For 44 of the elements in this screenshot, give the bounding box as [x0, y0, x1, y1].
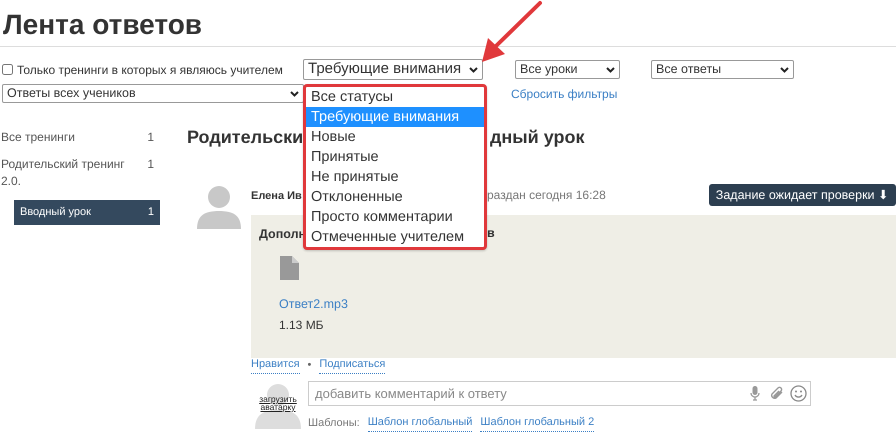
avatar-icon	[255, 381, 301, 429]
caret-icon	[469, 66, 478, 72]
template-link[interactable]: Шаблон глобальный 2	[480, 414, 594, 432]
templates-label: Шаблоны:	[308, 416, 360, 430]
sidebar-item[interactable]: Родительский тренинг 2.0. 1	[0, 156, 160, 190]
file-size: 1.13 МБ	[279, 316, 324, 334]
page-title: Лента ответов	[2, 8, 204, 42]
select-field[interactable]: Требующие внимания	[303, 59, 483, 80]
dropdown-option[interactable]: Принятые	[306, 147, 484, 167]
reset-filters-link[interactable]: Сбросить фильтры	[511, 84, 618, 102]
submitted-time: раздан сегодня 16:28	[487, 187, 606, 204]
dropdown-option[interactable]: Не принятые	[306, 167, 484, 187]
card-title: в	[487, 225, 495, 242]
dropdown-option[interactable]: Отклоненные	[306, 187, 484, 207]
heading-text: дный урок	[490, 126, 585, 149]
heading-text: Родительски	[187, 127, 304, 147]
dropdown-option[interactable]: Отмеченные учителем	[306, 227, 484, 247]
dropdown-option[interactable]: Новые	[306, 127, 484, 147]
select-field[interactable]: Все уроки	[515, 60, 620, 79]
smiley-icon[interactable]	[790, 385, 807, 402]
checkbox[interactable]	[2, 64, 13, 75]
dropdown-option[interactable]: Просто комментарии	[306, 207, 484, 227]
upload-avatar-link[interactable]: загрузить аватарку	[255, 395, 301, 411]
file-icon	[280, 256, 299, 280]
status-button[interactable]: Задание ожидает проверки ⬇	[708, 184, 896, 206]
action-link[interactable]: Подписаться	[319, 356, 386, 374]
file-link[interactable]: Ответ2.mp3	[279, 294, 348, 314]
separator-dot: •	[308, 358, 312, 373]
avatar-icon	[197, 183, 241, 229]
caret-icon	[780, 66, 789, 72]
sidebar-item[interactable]: Вводный урок 1	[14, 200, 160, 225]
caret-icon	[606, 66, 615, 72]
action-link[interactable]: Нравится	[251, 356, 300, 374]
dropdown-option[interactable]: Все статусы	[306, 87, 484, 107]
sidebar-item[interactable]: Все тренинги 1	[0, 129, 160, 146]
comment-field[interactable]: добавить комментарий к ответу	[308, 381, 811, 406]
select-field[interactable]: Ответы всех учеников	[2, 84, 304, 103]
caret-icon	[290, 90, 299, 96]
select-field[interactable]: Все ответы	[651, 60, 794, 79]
checkbox-label: Только тренинги в которых я являюсь учителем	[17, 62, 283, 78]
paperclip-icon[interactable]	[769, 386, 784, 401]
microphone-icon[interactable]	[750, 386, 760, 401]
author-name: Елена Ив	[251, 190, 302, 202]
template-link[interactable]: Шаблон глобальный	[368, 414, 472, 432]
